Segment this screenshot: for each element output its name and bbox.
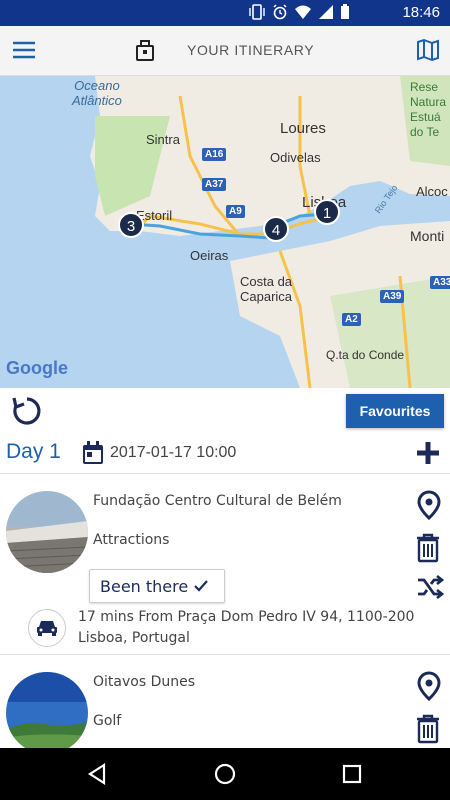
map-icon — [417, 38, 439, 62]
itinerary-item[interactable]: Oitavos Dunes Golf — [0, 656, 450, 748]
alarm-icon — [273, 4, 287, 20]
vibrate-icon — [249, 4, 265, 20]
system-nav-bar — [0, 748, 450, 800]
delete-button[interactable] — [416, 533, 440, 567]
back-icon[interactable] — [86, 762, 110, 786]
map-label-montijo: Monti — [410, 228, 445, 244]
map-land — [90, 76, 450, 388]
day-label: Day 1 — [6, 440, 61, 463]
itinerary-item[interactable]: Fundação Centro Cultural de Belém Attrac… — [0, 475, 450, 655]
map-view-button[interactable] — [416, 38, 440, 66]
road-shield: A16 — [202, 148, 227, 161]
map-label-oeiras: Oeiras — [190, 248, 229, 263]
place-category: Golf — [93, 713, 122, 729]
add-place-button[interactable] — [416, 441, 440, 469]
status-time: 18:46 — [402, 4, 440, 21]
status-icons — [248, 4, 350, 20]
location-button[interactable] — [416, 671, 442, 705]
battery-icon — [341, 4, 349, 19]
map-label-loures: Loures — [280, 120, 326, 137]
map-pin[interactable]: 4 — [263, 216, 289, 242]
location-pin-icon — [417, 671, 441, 702]
calendar-button[interactable] — [82, 441, 104, 469]
refresh-button[interactable] — [10, 394, 44, 432]
itinerary-map[interactable]: Oceano Atlântico Sintra Loures Odivelas … — [0, 76, 450, 388]
menu-button[interactable] — [12, 40, 36, 64]
location-button[interactable] — [416, 490, 442, 524]
map-label-odivelas: Odivelas — [270, 150, 321, 165]
signal-icon — [319, 5, 333, 19]
map-label-ocean: Oceano Atlântico — [72, 78, 122, 108]
map-label-quinta: Q.ta do Conde — [326, 348, 405, 362]
place-photo-image — [6, 491, 88, 573]
map-label-sintra: Sintra — [146, 132, 180, 147]
google-logo: Google — [6, 358, 68, 378]
trash-icon — [417, 714, 439, 744]
travel-text: 17 mins From Praça Dom Pedro IV 94, 1100… — [78, 609, 415, 646]
briefcase-button[interactable] — [135, 38, 155, 66]
page-title: YOUR ITINERARY — [187, 42, 315, 58]
trash-icon — [417, 533, 439, 563]
place-photo — [6, 491, 88, 573]
favourites-button[interactable]: Favourites — [346, 394, 444, 428]
road-shield: A9 — [226, 205, 245, 218]
home-icon[interactable] — [213, 762, 237, 786]
map-label-alcochete: Alcoc — [416, 184, 448, 199]
location-pin-icon — [417, 490, 441, 521]
been-there-button[interactable]: Been there — [89, 569, 225, 603]
day-date[interactable]: 2017-01-17 10:00 — [110, 444, 236, 462]
car-button[interactable] — [28, 609, 66, 647]
place-category: Attractions — [93, 532, 170, 548]
road-shield: A33 — [430, 276, 450, 289]
place-photo — [6, 672, 88, 748]
delete-button[interactable] — [416, 714, 440, 748]
checkmark-icon — [194, 580, 209, 592]
place-name[interactable]: Fundação Centro Cultural de Belém — [93, 493, 342, 509]
road-shield: A2 — [342, 313, 361, 326]
refresh-icon — [12, 397, 41, 425]
plus-icon — [417, 442, 439, 464]
recents-icon[interactable] — [340, 762, 364, 786]
place-photo-image — [6, 672, 88, 748]
day-header: Day 1 2017-01-17 10:00 — [0, 432, 450, 474]
shuffle-icon — [418, 574, 445, 600]
luggage-icon — [136, 40, 154, 61]
travel-info: 17 mins From Praça Dom Pedro IV 94, 1100… — [0, 607, 450, 655]
app-bar: YOUR ITINERARY — [0, 26, 450, 76]
map-pin[interactable]: 1 — [314, 199, 340, 225]
hamburger-icon — [13, 41, 35, 59]
calendar-icon — [83, 441, 103, 464]
map-pin[interactable]: 3 — [118, 212, 144, 238]
road-shield: A39 — [380, 290, 405, 303]
place-name[interactable]: Oitavos Dunes — [93, 674, 195, 690]
map-toolbar: Favourites — [0, 388, 450, 432]
wifi-icon — [295, 5, 311, 19]
shuffle-button[interactable] — [416, 574, 445, 603]
road-shield: A37 — [202, 178, 227, 191]
car-icon — [37, 621, 57, 636]
map-label-reserva: Rese Natura Estuá do Te — [410, 80, 447, 139]
map-label-costa: Costa da Caparica — [240, 274, 293, 304]
status-bar: 18:46 — [0, 0, 450, 26]
been-there-label: Been there — [100, 576, 189, 596]
